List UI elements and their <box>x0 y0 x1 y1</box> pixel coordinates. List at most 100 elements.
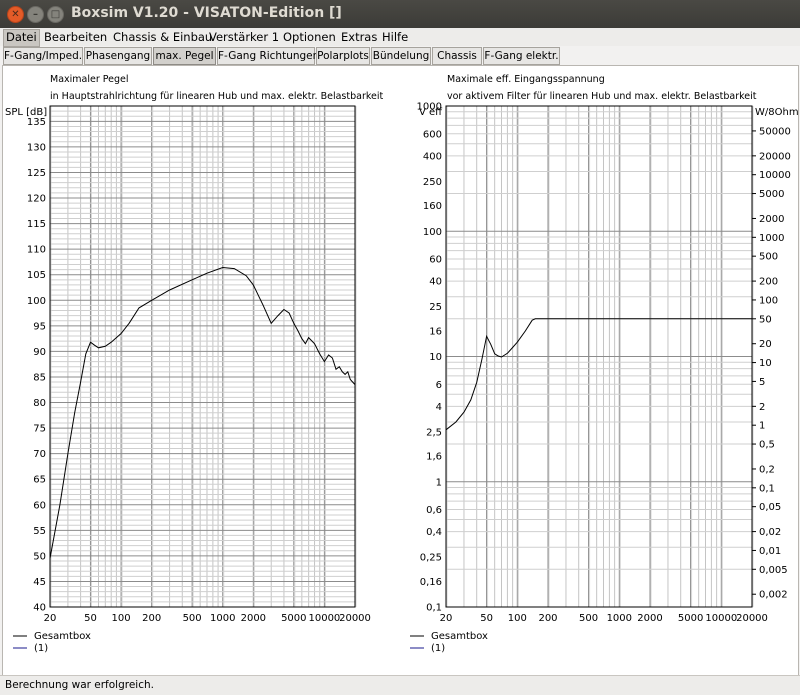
y-tick-label: 25 <box>429 302 442 313</box>
y-tick-label: 50 <box>33 551 46 562</box>
menu-verstaerker[interactable]: Verstärker 1 <box>209 30 279 44</box>
y-tick-label-right: 2 <box>759 402 765 413</box>
y-tick-label-right: 0,005 <box>759 565 788 576</box>
y-tick-label: 55 <box>33 526 46 537</box>
left-chart-title: Maximaler Pegel <box>50 74 129 85</box>
right-chart-subtitle: vor aktivem Filter für linearen Hub und … <box>447 91 757 102</box>
tab-max-pegel[interactable]: max. Pegel <box>153 47 216 65</box>
y-tick-label-right: 0,05 <box>759 502 781 513</box>
y-tick-label: 95 <box>33 321 46 332</box>
y-tick-label: 60 <box>429 255 442 266</box>
title-bar: ✕ – □ Boxsim V1.20 - VISATON-Edition [] <box>0 0 800 28</box>
y-tick-label: 135 <box>27 117 46 128</box>
y-tick-label: 16 <box>429 326 442 337</box>
y-tick-label-right: 200 <box>759 277 778 288</box>
y-tick-label-right: 10000 <box>759 170 791 181</box>
close-window-button[interactable]: ✕ <box>7 6 24 23</box>
menu-hilfe[interactable]: Hilfe <box>382 30 408 44</box>
x-tick-label: 200 <box>142 613 161 624</box>
y-tick-label-right: 20000 <box>759 151 791 162</box>
y-tick-label-right: 0,02 <box>759 527 781 538</box>
y-tick-label: 0,16 <box>420 577 442 588</box>
maximize-window-button[interactable]: □ <box>47 6 64 23</box>
x-tick-label: 10000 <box>308 613 340 624</box>
y-tick-label-right: 20 <box>759 339 772 350</box>
menu-optionen[interactable]: Optionen <box>283 30 336 44</box>
y-tick-label: 80 <box>33 398 46 409</box>
x-tick-label: 50 <box>480 613 493 624</box>
x-tick-label: 10000 <box>705 613 737 624</box>
y-tick-label-right: 5000 <box>759 189 784 200</box>
y-tick-label: 45 <box>33 577 46 588</box>
x-tick-label: 20 <box>440 613 453 624</box>
x-tick-label: 20 <box>44 613 57 624</box>
x-tick-label: 1000 <box>210 613 235 624</box>
tab-fgang-richtungen[interactable]: F-Gang Richtungen <box>217 47 319 65</box>
y-tick-label-right: 0,002 <box>759 590 788 601</box>
menu-bearbeiten[interactable]: Bearbeiten <box>44 30 107 44</box>
right-legend-gesamtbox: Gesamtbox <box>431 631 488 642</box>
tab-buendelung[interactable]: Bündelung <box>371 47 431 65</box>
x-tick-label: 5000 <box>678 613 703 624</box>
tab-fgang-elektr[interactable]: F-Gang elektr. <box>483 47 560 65</box>
y-tick-label-right: 100 <box>759 295 778 306</box>
y-tick-label-right: 10 <box>759 358 772 369</box>
tab-chassis[interactable]: Chassis <box>432 47 482 65</box>
y-tick-label-right: 1000 <box>759 233 784 244</box>
y-tick-label: 2,5 <box>426 427 442 438</box>
left-legend-1: (1) <box>34 643 48 654</box>
y-tick-label: 1000 <box>417 102 442 113</box>
menu-datei[interactable]: Datei <box>3 29 40 47</box>
x-tick-label: 2000 <box>241 613 266 624</box>
y-tick-label: 75 <box>33 424 46 435</box>
left-chart-subtitle: in Hauptstrahlrichtung für linearen Hub … <box>50 91 384 102</box>
menu-extras[interactable]: Extras <box>341 30 377 44</box>
x-tick-label: 50 <box>84 613 97 624</box>
y-tick-label: 40 <box>429 277 442 288</box>
x-tick-label: 20000 <box>736 613 768 624</box>
charts-canvas: Maximaler Pegel in Hauptstrahlrichtung f… <box>5 74 799 654</box>
minimize-window-button[interactable]: – <box>27 6 44 23</box>
x-tick-label: 500 <box>579 613 598 624</box>
y-tick-label-right: 5 <box>759 377 765 388</box>
menu-bar: Datei Bearbeiten Chassis & Einbau Verstä… <box>0 28 800 47</box>
y-tick-label: 100 <box>423 227 442 238</box>
y-tick-label: 100 <box>27 296 46 307</box>
tab-phasengang[interactable]: Phasengang <box>84 47 152 65</box>
window-title: Boxsim V1.20 - VISATON-Edition [] <box>71 5 342 21</box>
chart-panel: Maximaler Pegel in Hauptstrahlrichtung f… <box>2 65 799 676</box>
menu-chassis-einbau[interactable]: Chassis & Einbau <box>113 30 212 44</box>
x-tick-label: 200 <box>538 613 557 624</box>
status-text: Berechnung war erfolgreich. <box>5 679 154 691</box>
tab-bar: F-Gang/Imped. Phasengang max. Pegel F-Ga… <box>0 46 800 65</box>
left-legend-gesamtbox: Gesamtbox <box>34 631 91 642</box>
y-tick-label: 0,4 <box>426 527 442 538</box>
y-tick-label: 125 <box>27 168 46 179</box>
y-tick-label: 130 <box>27 142 46 153</box>
y-tick-label: 1,6 <box>426 452 442 463</box>
y-tick-label: 40 <box>33 603 46 614</box>
y-tick-label: 1 <box>436 477 442 488</box>
x-tick-label: 1000 <box>607 613 632 624</box>
y-tick-label: 6 <box>436 380 442 391</box>
status-bar: Berechnung war erfolgreich. <box>0 675 800 695</box>
y-tick-label-right: 0,01 <box>759 546 781 557</box>
y-tick-label-right: 50 <box>759 314 772 325</box>
y-tick-label-right: 50000 <box>759 126 791 137</box>
y-tick-label-right: 2000 <box>759 214 784 225</box>
y-tick-label: 105 <box>27 270 46 281</box>
y-tick-label: 250 <box>423 177 442 188</box>
left-legend: Gesamtbox (1) <box>13 631 91 654</box>
tab-polarplots[interactable]: Polarplots <box>316 47 370 65</box>
y-tick-label: 110 <box>27 245 46 256</box>
x-tick-label: 5000 <box>281 613 306 624</box>
close-icon: ✕ <box>11 9 20 20</box>
tab-fgang-imped[interactable]: F-Gang/Imped. <box>3 47 83 65</box>
x-tick-label: 2000 <box>637 613 662 624</box>
y-tick-label: 10 <box>429 352 442 363</box>
right-legend-1: (1) <box>431 643 445 654</box>
right-legend: Gesamtbox (1) <box>410 631 488 654</box>
y-tick-label: 115 <box>27 219 46 230</box>
y-tick-label: 4 <box>436 402 442 413</box>
y-tick-label: 0,6 <box>426 505 442 516</box>
